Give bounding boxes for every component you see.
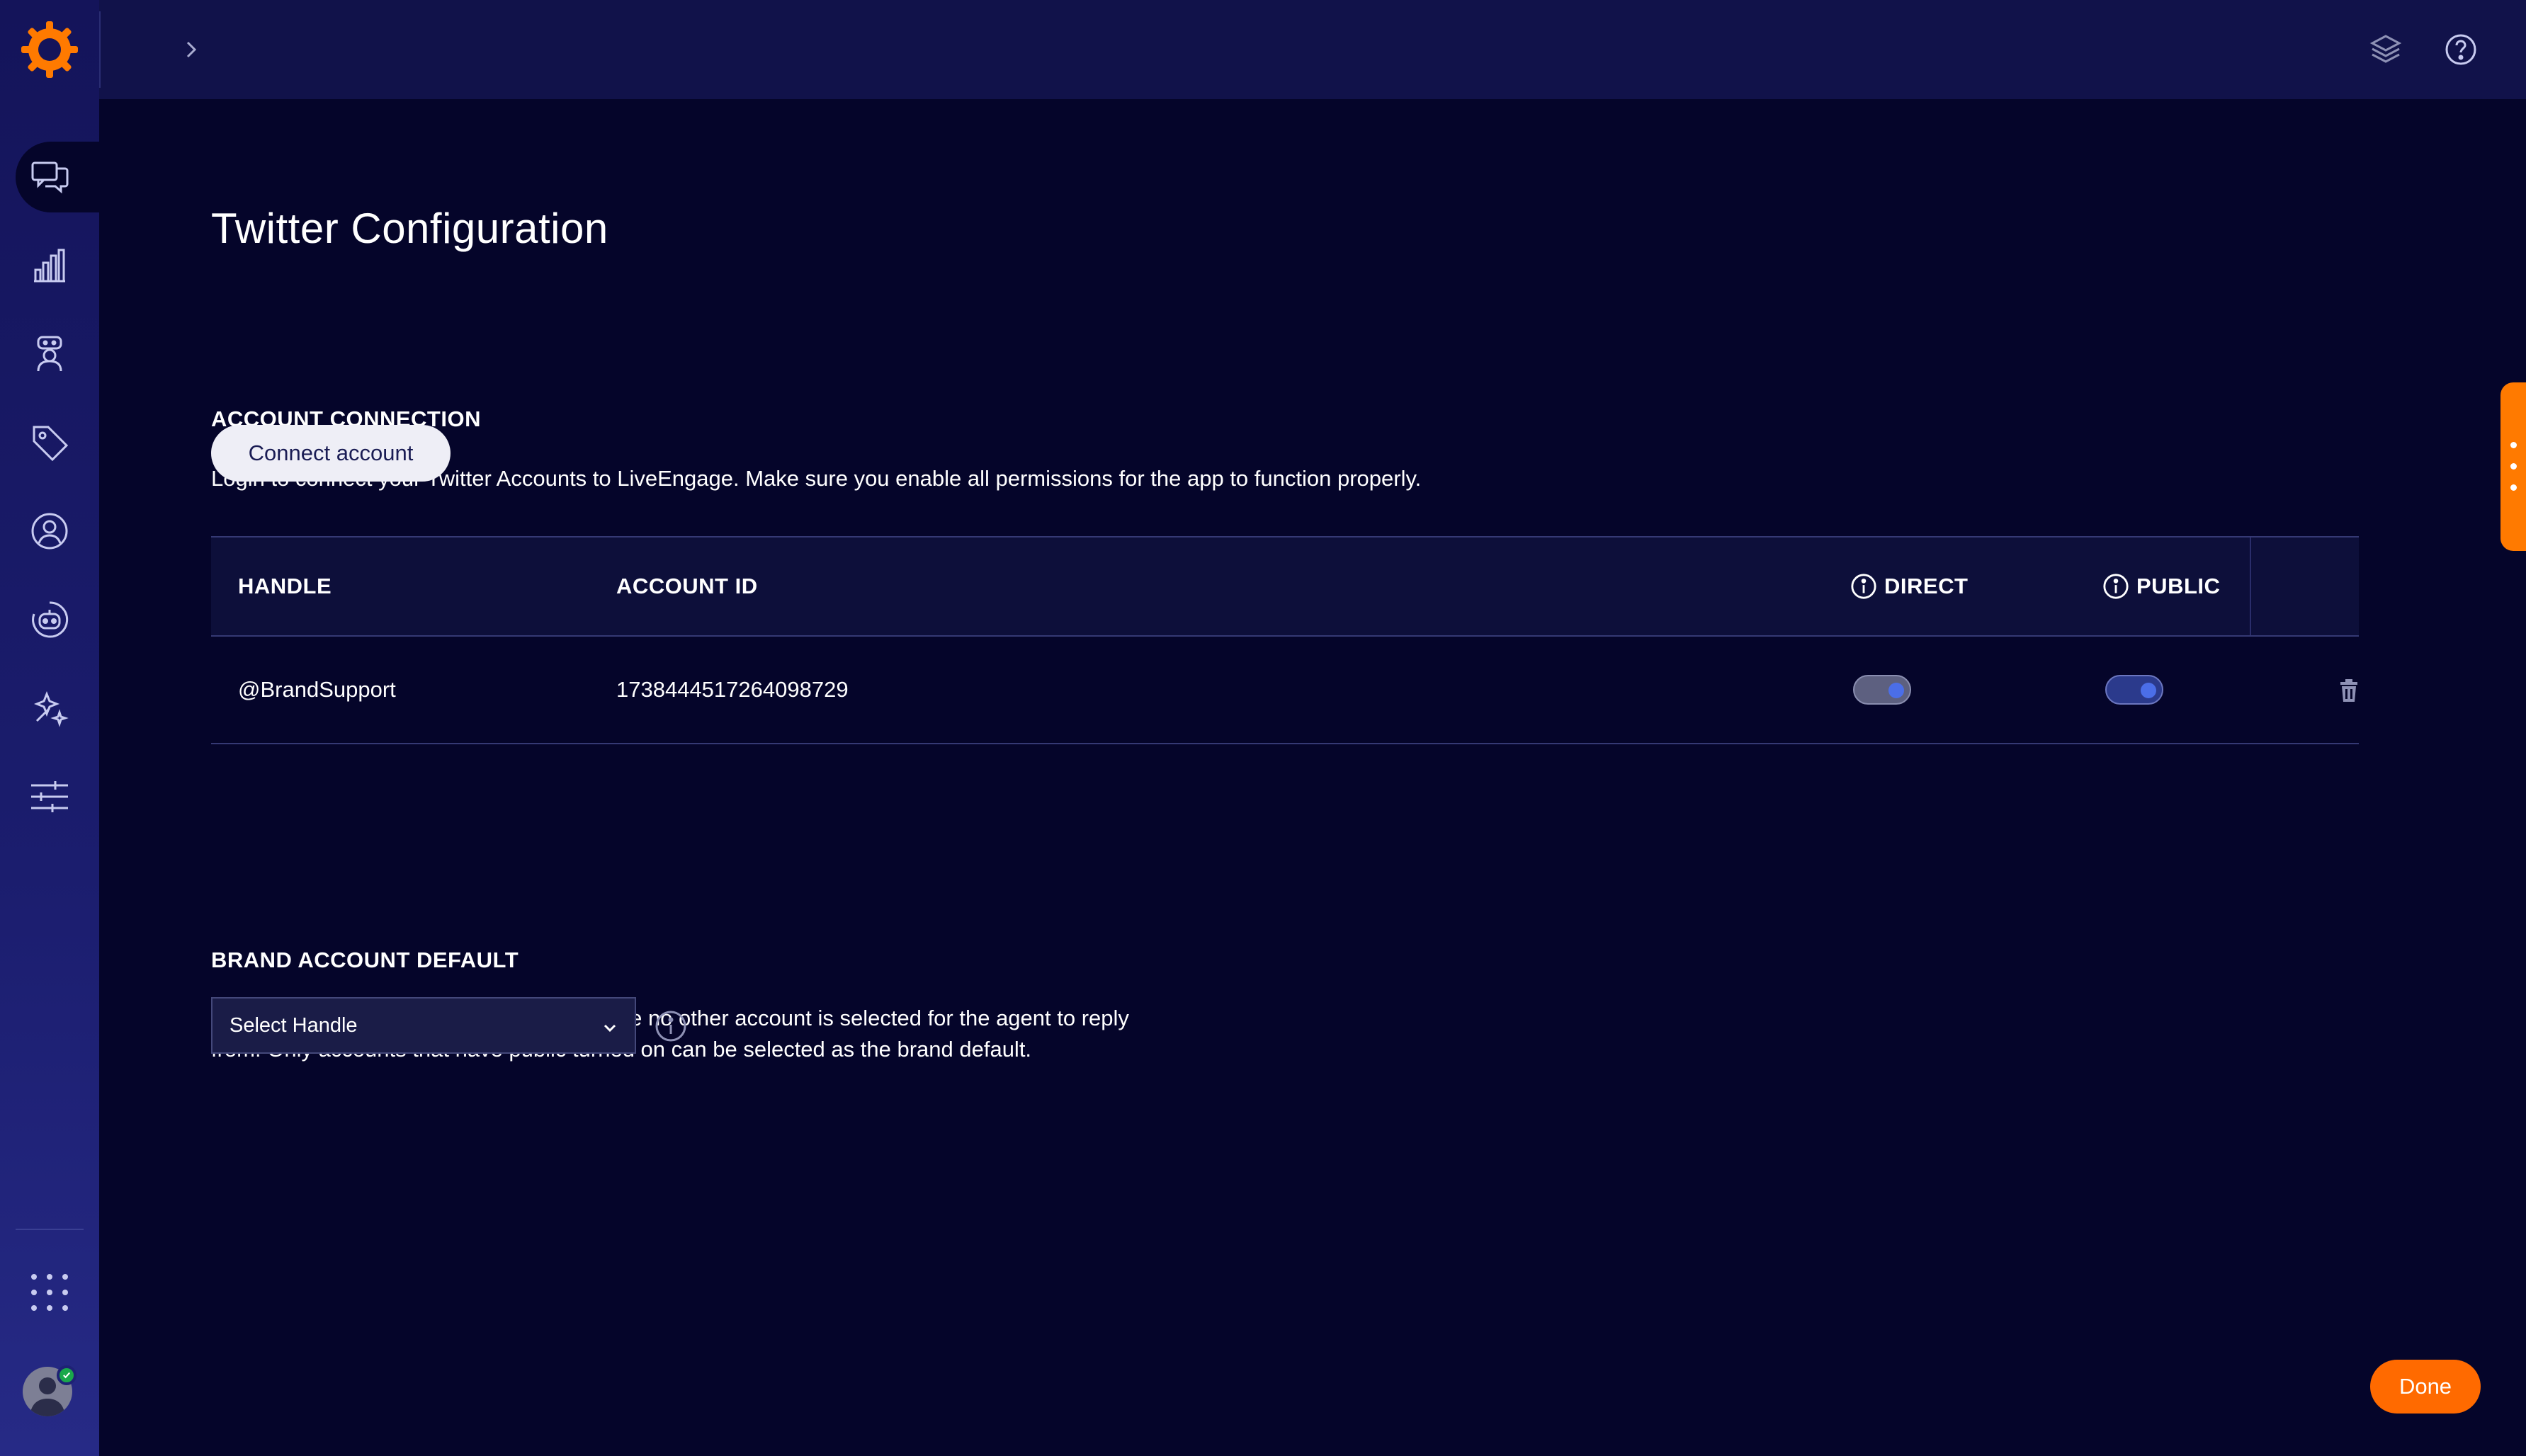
expand-sidebar-button[interactable] (170, 28, 213, 71)
sidebar-item-profile[interactable] (0, 489, 99, 574)
help-icon (2445, 34, 2476, 65)
public-header-label: PUBLIC (2136, 574, 2221, 598)
direct-toggle-knob (1888, 683, 1904, 698)
accounts-table: HANDLE ACCOUNT ID DIRECT PUBLIC @BrandSu… (211, 536, 2359, 744)
direct-info-icon[interactable] (1850, 573, 1877, 600)
side-panel-tab[interactable] (2500, 382, 2526, 551)
sidebar-item-conversations[interactable] (0, 135, 99, 220)
brand-default-heading: BRAND ACCOUNT DEFAULT (211, 948, 519, 972)
sidebar-item-analytics[interactable] (0, 223, 99, 308)
public-toggle[interactable] (2105, 675, 2163, 705)
direct-toggle[interactable] (1853, 675, 1911, 705)
app-root: Twitter Configuration ACCOUNT CONNECTION… (0, 0, 2526, 1456)
user-profile-icon (31, 513, 68, 550)
done-button[interactable]: Done (2370, 1360, 2481, 1414)
conversations-icon (31, 161, 69, 194)
side-tab-dot (2510, 463, 2517, 470)
agent-icon (37, 336, 62, 372)
settings-sliders-icon (31, 781, 68, 812)
layers-button[interactable] (2362, 25, 2410, 74)
sidebar-item-bots[interactable] (0, 577, 99, 662)
sidebar-item-tags[interactable] (0, 400, 99, 485)
analytics-icon (34, 249, 65, 283)
apps-grid-icon[interactable] (28, 1271, 71, 1314)
public-info-icon[interactable] (2102, 573, 2129, 600)
header-column-divider (2250, 538, 2251, 635)
automation-icon (33, 690, 69, 727)
help-button[interactable] (2437, 25, 2485, 74)
column-header-direct: DIRECT (1850, 538, 1968, 635)
table-header: HANDLE ACCOUNT ID DIRECT PUBLIC (211, 536, 2359, 637)
main-content: Twitter Configuration ACCOUNT CONNECTION… (99, 99, 2526, 1456)
public-toggle-knob (2141, 683, 2156, 698)
online-status-badge (57, 1365, 77, 1385)
liveperson-logo[interactable] (20, 20, 79, 79)
table-row: @BrandSupport 1738444517264098729 (211, 637, 2359, 744)
connect-account-button[interactable]: Connect account (211, 425, 451, 482)
column-header-handle: HANDLE (238, 574, 332, 598)
direct-header-label: DIRECT (1884, 574, 1969, 598)
sidebar-item-settings[interactable] (0, 754, 99, 839)
header-divider (99, 11, 101, 88)
row-handle: @BrandSupport (238, 677, 396, 702)
sidebar-divider (16, 1229, 84, 1230)
user-avatar[interactable] (23, 1365, 77, 1421)
column-header-public: PUBLIC (2102, 538, 2220, 635)
tag-icon (33, 426, 69, 462)
row-account-id: 1738444517264098729 (616, 677, 849, 702)
layers-icon (2369, 35, 2402, 63)
chevron-down-icon (604, 1024, 616, 1033)
select-handle-value: Select Handle (230, 1013, 358, 1037)
sidebar-item-automation[interactable] (0, 666, 99, 751)
side-tab-dot (2510, 484, 2517, 491)
delete-trash-icon[interactable] (2335, 676, 2363, 705)
sidebar-item-agents[interactable] (0, 312, 99, 397)
sidebar (0, 0, 99, 1456)
select-info-icon[interactable] (655, 1010, 687, 1042)
select-handle-dropdown[interactable]: Select Handle (211, 997, 636, 1054)
side-tab-dot (2510, 442, 2517, 448)
chevron-right-icon (186, 41, 197, 58)
column-header-account-id: ACCOUNT ID (616, 574, 758, 598)
bot-icon (32, 601, 69, 638)
page-title: Twitter Configuration (211, 205, 608, 252)
top-header (99, 0, 2526, 99)
